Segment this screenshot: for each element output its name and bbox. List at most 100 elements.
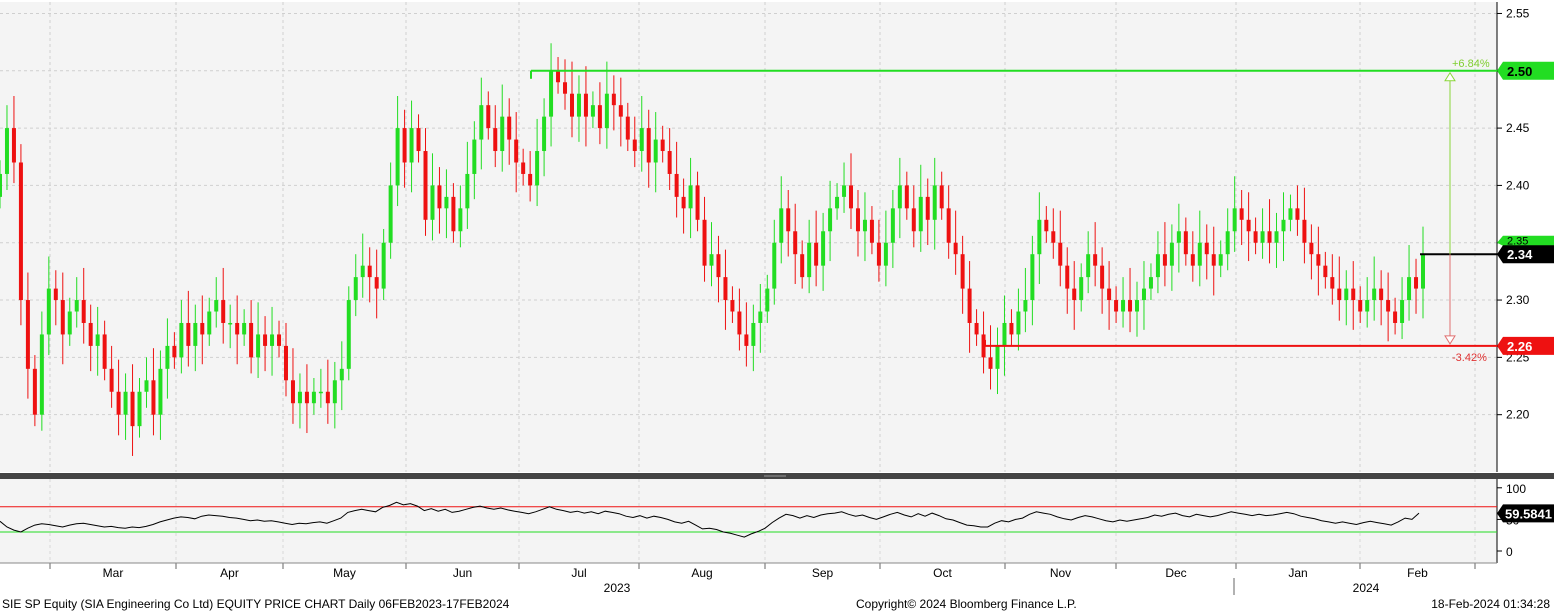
candle-body [1351,288,1356,301]
candle-body [402,128,407,163]
candle-body [716,254,721,278]
candle-body [960,254,965,289]
candle-body [639,128,644,152]
candle-body [1002,322,1007,346]
price-panel: 2.202.252.302.352.402.452.502.55+6.84%-3… [0,2,1554,479]
candle-body [862,219,867,232]
candle-body [946,208,951,243]
x-month-label: Apr [220,566,239,580]
candle-body [535,151,540,186]
candle-body [709,254,714,266]
candle-body [242,322,247,335]
candle-body [828,208,833,232]
candle-body [653,139,658,163]
candle-body [855,208,860,232]
candle-body [193,322,198,346]
candle-body [165,345,170,369]
candle-body [1358,300,1363,312]
candle-body [200,322,205,335]
candle-body [1114,300,1119,312]
candle-body [1107,288,1112,301]
x-year-label: 2024 [1353,581,1380,595]
candle-body [1260,231,1265,243]
candle-body [1135,300,1140,312]
candle-body [332,380,337,404]
candle-body [765,288,770,312]
footer-copyright: Copyright© 2024 Bloomberg Finance L.P. [856,597,1077,611]
candle-body [1072,288,1077,301]
price-plot-area [0,2,1497,472]
candle-body [1100,265,1105,289]
candle-body [1162,254,1167,266]
candle-body [1225,231,1230,255]
candle-body [904,185,909,209]
candle-body [249,322,254,358]
candle-body [186,322,191,346]
candle-body [583,93,588,117]
candle-body [32,368,37,415]
candle-body [1365,300,1370,312]
x-year-label: 2023 [604,581,631,595]
candle-body [228,322,233,325]
candle-body [486,105,491,129]
candle-body [869,219,874,243]
candle-body [625,116,630,140]
x-month-label: Mar [103,566,124,580]
candle-body [158,368,163,415]
candle-body [556,70,561,83]
candle-body [116,391,121,415]
candle-body [1197,242,1202,266]
candle-body [723,277,728,301]
candle-body [1058,242,1063,266]
candle-body [25,300,30,369]
candle-body [1323,265,1328,278]
x-month-label: Sep [812,566,834,580]
candle-body [911,208,916,232]
candle-body [1267,231,1272,243]
candle-body [311,391,316,404]
candle-body [883,242,888,266]
candle-body [325,391,330,404]
candle-body [800,254,805,278]
candle-body [39,334,44,415]
candle-body [1414,277,1419,289]
candle-body [1148,277,1153,289]
candle-body [1337,288,1342,301]
candle-body [290,380,295,404]
candle-body [646,128,651,163]
candle-body [88,322,93,346]
candle-body [1372,288,1377,301]
candle-body [744,334,749,346]
candle-body [542,116,547,152]
x-month-label: Nov [1050,566,1071,580]
candle-body [995,345,1000,369]
candle-body [1079,277,1084,301]
candle-body [1302,219,1307,243]
candle-body [207,311,212,335]
candle-body [123,391,128,415]
candle-body [102,334,107,369]
candle-body [618,105,623,117]
rsi-tick-label: 100 [1506,482,1526,496]
candle-body [1407,277,1412,301]
candle-body [53,288,58,301]
candle-body [256,334,261,358]
price-tick-label: 2.40 [1506,178,1530,192]
candle-body [1155,254,1160,278]
candle-body [472,139,477,174]
rsi-panel: 05010059.5841 [0,479,1554,563]
price-tick-label: 2.55 [1506,6,1530,20]
candle-body [235,322,240,335]
candle-body [1176,231,1181,243]
candle-body [172,345,177,358]
downside-pct-label: -3.42% [1452,352,1487,364]
candle-body [60,300,65,335]
candle-body [779,208,784,243]
candle-body [521,162,526,174]
candle-body [528,173,533,186]
candle-body [1330,277,1335,289]
footer-timestamp: 18-Feb-2024 01:34:28 [1431,597,1550,611]
candle-body [918,196,923,232]
candle-body [465,173,470,209]
candle-body [1044,219,1049,232]
